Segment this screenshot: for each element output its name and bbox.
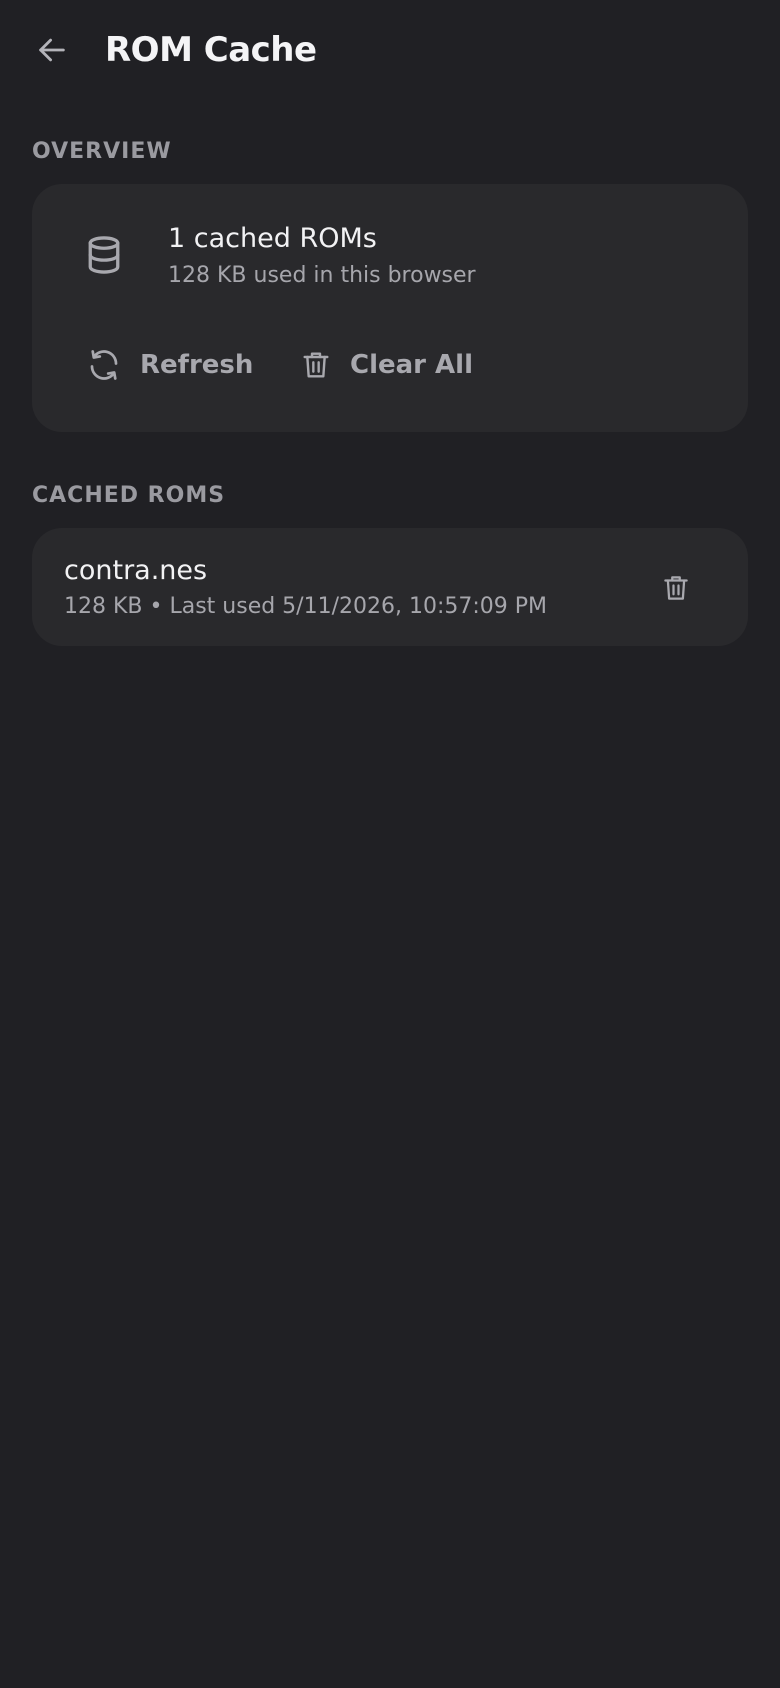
trash-icon: [303, 352, 329, 378]
clear-all-button[interactable]: Clear All: [300, 340, 473, 390]
rom-meta: 128 KB • Last used 5/11/2026, 10:57:09 P…: [64, 594, 548, 619]
refresh-icon: [90, 350, 118, 380]
back-button[interactable]: [28, 26, 76, 74]
cached-roms-section-label: CACHED ROMS: [32, 483, 226, 508]
arrow-left-icon: [39, 38, 65, 62]
trash-icon: [664, 576, 688, 600]
refresh-button[interactable]: Refresh: [86, 340, 253, 390]
refresh-label: Refresh: [140, 350, 254, 380]
overview-card: [32, 184, 748, 432]
app-header: ROM Cache: [0, 0, 780, 104]
overview-section-label: OVERVIEW: [32, 139, 172, 164]
clear-all-label: Clear All: [350, 350, 473, 380]
cached-count: 1 cached ROMs: [168, 223, 377, 254]
database-icon: [88, 236, 120, 274]
storage-usage: 128 KB used in this browser: [168, 263, 476, 288]
page-title: ROM Cache: [105, 30, 317, 70]
delete-rom-button[interactable]: [652, 564, 700, 612]
rom-name: contra.nes: [64, 555, 208, 586]
